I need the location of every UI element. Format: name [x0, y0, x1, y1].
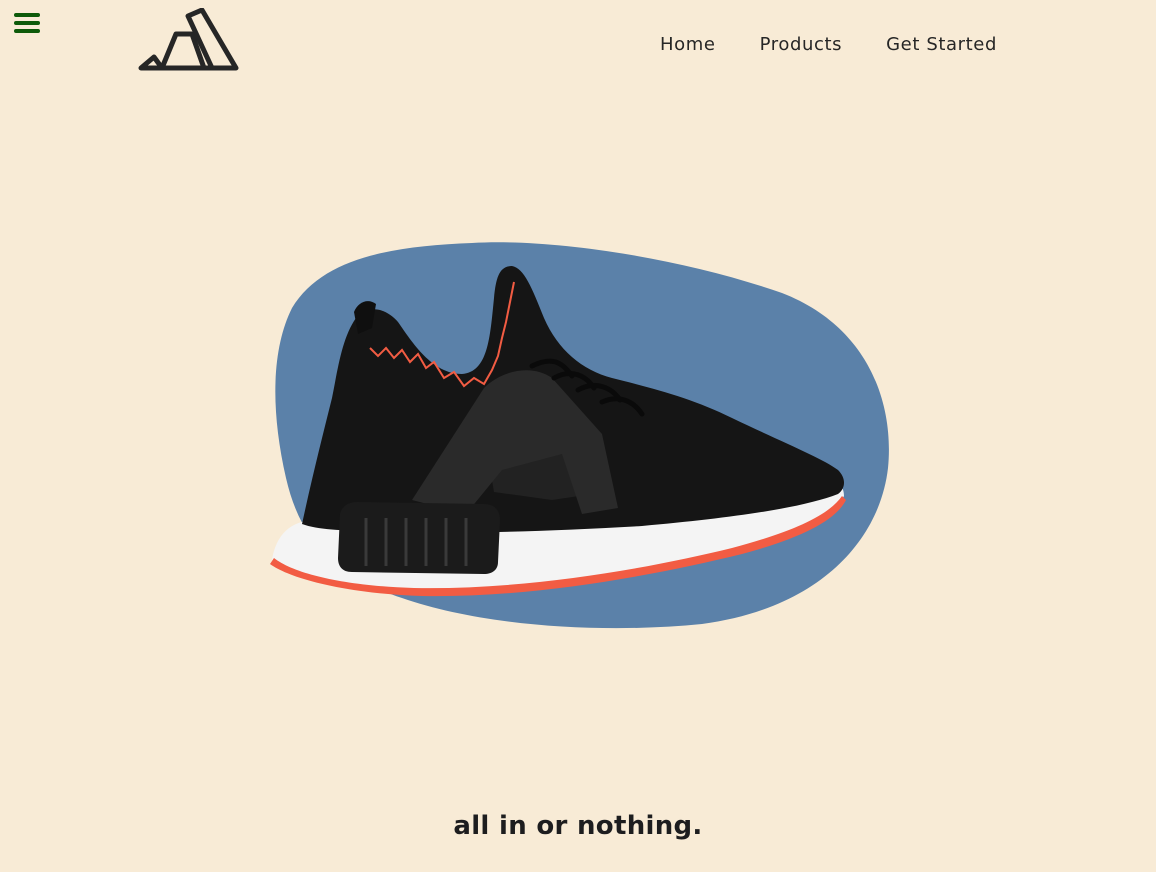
nav-home-link[interactable]: Home: [660, 33, 716, 57]
menu-bar: [14, 13, 40, 17]
hero-tagline: all in or nothing.: [453, 811, 703, 841]
landing-page: Home Products Get Started all in or noth…: [0, 0, 1156, 872]
main-nav: Home Products Get Started: [660, 33, 997, 57]
brand-logo-icon[interactable]: [138, 7, 240, 72]
nav-products-link[interactable]: Products: [760, 33, 843, 57]
hamburger-menu-icon[interactable]: [13, 11, 41, 35]
hero-sneaker-image: [262, 238, 894, 634]
menu-bar: [14, 21, 40, 25]
nav-get-started-link[interactable]: Get Started: [886, 33, 997, 57]
menu-bar: [14, 29, 40, 33]
